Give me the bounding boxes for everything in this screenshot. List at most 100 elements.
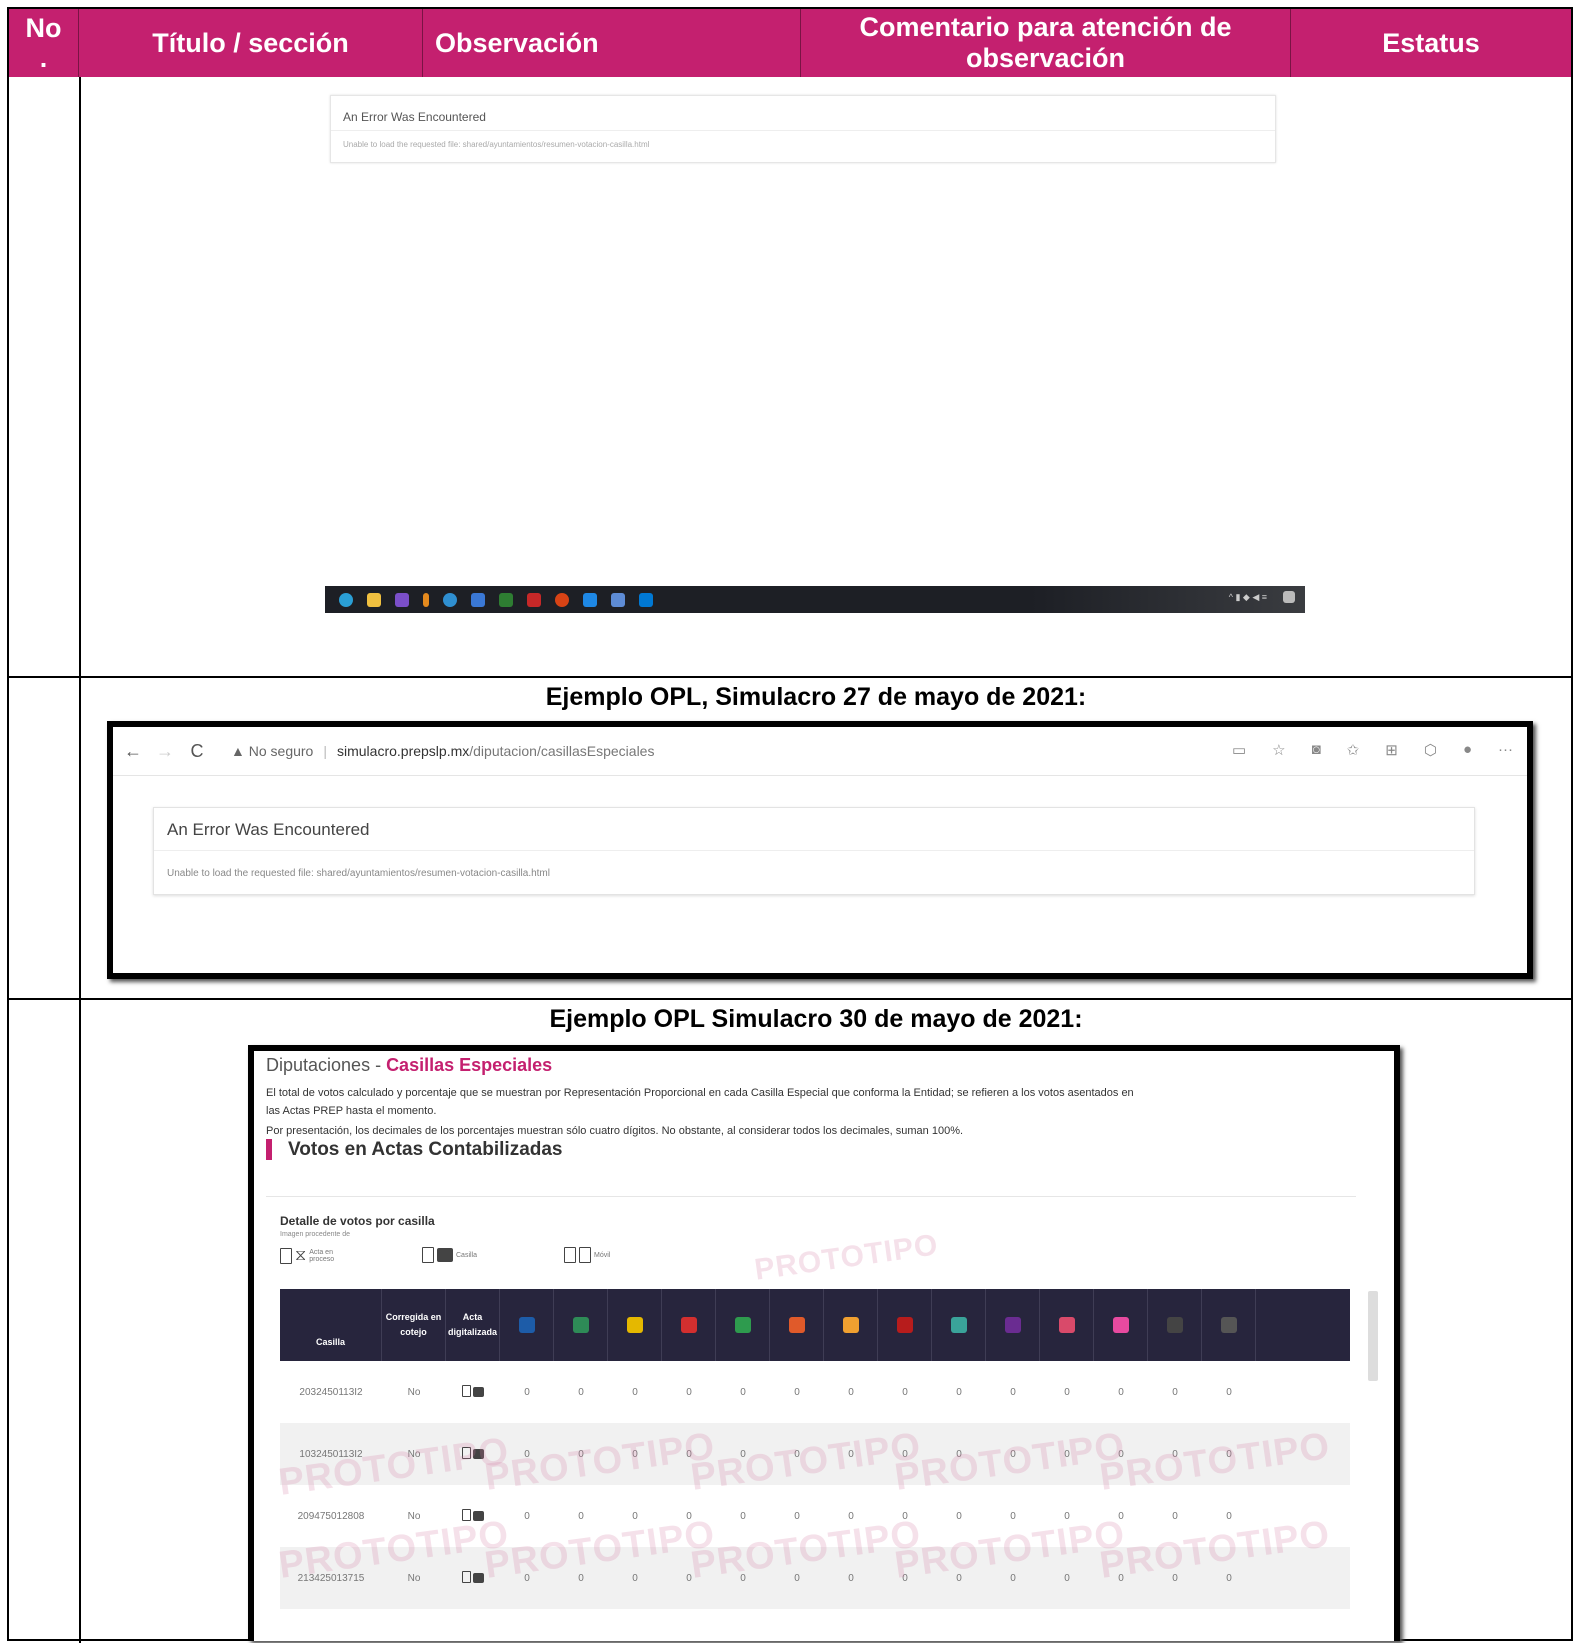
vote-count: 0: [1226, 1386, 1232, 1398]
party-logo-1: [500, 1289, 554, 1361]
reload-icon[interactable]: C: [185, 741, 209, 762]
image-source-label: Imagen procedente de: [280, 1231, 351, 1238]
legend-movil: Móvil: [564, 1247, 610, 1263]
vote-count: 0: [632, 1386, 638, 1398]
windows-taskbar: ^ ▮ ◆ ◀ ≡: [325, 586, 1305, 613]
not-secure-indicator[interactable]: ▲ No seguro: [231, 743, 313, 759]
vote-count: 0: [1010, 1386, 1016, 1398]
chrome-icon: [443, 592, 457, 607]
folder-icon: [367, 592, 381, 607]
party-icon: [950, 1317, 967, 1333]
document-icon: [280, 1248, 292, 1264]
intro-paragraph-cont: las Actas PREP hasta el momento.: [266, 1105, 437, 1117]
table-row: 2032450113I2 No 0 0 0 0 0 0 0 0 0 0 0 0 0 0: [280, 1361, 1350, 1423]
party-logo-8: [878, 1289, 932, 1361]
party-icon: [1004, 1317, 1021, 1333]
profile-icon[interactable]: ●: [1463, 741, 1472, 759]
vote-count: 0: [794, 1510, 800, 1522]
scrollbar[interactable]: [1368, 1291, 1378, 1381]
row-divider: [9, 676, 1571, 678]
corregida-value: No: [407, 1510, 421, 1522]
party-icon: [1058, 1317, 1075, 1333]
party-icon: [518, 1317, 535, 1333]
document-icon: [422, 1247, 434, 1263]
more-icon[interactable]: ···: [1498, 741, 1513, 759]
caption-example-30-mayo: Ejemplo OPL Simulacro 30 de mayo de 2021…: [549, 1005, 1083, 1033]
vote-count: 0: [1118, 1386, 1124, 1398]
app-icon: [471, 592, 485, 607]
notification-icon: [1283, 591, 1295, 603]
col-acta-digitalizada: Acta digitalizada: [446, 1289, 500, 1361]
error-message: Unable to load the requested file: share…: [343, 140, 650, 149]
document-icon[interactable]: [461, 1570, 471, 1583]
read-icon[interactable]: ▭: [1232, 741, 1246, 759]
header-estatus: Estatus: [1382, 27, 1480, 58]
browser-toolbar: ← → C ▲ No seguro | simulacro.prepslp.mx…: [113, 727, 1527, 776]
printer-icon: [437, 1248, 453, 1262]
excel-icon: [499, 592, 513, 607]
results-screenshot: Diputaciones - Casillas Especiales El to…: [248, 1045, 1400, 1641]
intro-paragraph: El total de votos calculado y porcentaje…: [266, 1087, 1134, 1099]
browser-screenshot: ← → C ▲ No seguro | simulacro.prepslp.mx…: [107, 721, 1533, 979]
column-divider: [79, 77, 81, 1643]
back-icon[interactable]: ←: [121, 741, 145, 762]
casilla-id: 2032450113I2: [299, 1386, 363, 1398]
favorite-add-icon[interactable]: ☆: [1272, 741, 1285, 759]
party-icon: [734, 1317, 751, 1333]
printer-icon[interactable]: [473, 1386, 485, 1397]
vote-count: 0: [1064, 1386, 1070, 1398]
vote-count: 0: [686, 1386, 692, 1398]
vote-count: 0: [1226, 1510, 1232, 1522]
header-no: No .: [9, 9, 79, 77]
vote-count: 0: [578, 1386, 584, 1398]
caption-example-27-mayo: Ejemplo OPL, Simulacro 27 de mayo de 202…: [545, 683, 1087, 711]
party-logo-10: [986, 1289, 1040, 1361]
url-path: /diputacion/casillasEspeciales: [469, 743, 655, 759]
extensions-icon[interactable]: ⬡: [1424, 741, 1437, 759]
document-icon: [564, 1247, 576, 1263]
col-corregida: Corregida en cotejo: [382, 1289, 446, 1361]
forward-icon[interactable]: →: [153, 741, 177, 762]
error-screenshot-1: An Error Was Encountered Unable to load …: [330, 95, 1276, 163]
party-logo-12: [1094, 1289, 1148, 1361]
camera-icon[interactable]: ◙: [1312, 741, 1321, 759]
vote-count: 0: [956, 1510, 962, 1522]
party-logo-5: [716, 1289, 770, 1361]
party-icon: [1220, 1317, 1237, 1333]
hourglass-icon: ⧖: [295, 1247, 307, 1264]
party-icon: [842, 1317, 859, 1333]
document-icon[interactable]: [461, 1384, 471, 1397]
printer-icon[interactable]: [473, 1572, 485, 1583]
app-icon: [423, 592, 429, 607]
vote-count: 0: [1172, 1510, 1178, 1522]
vote-count: 0: [632, 1510, 638, 1522]
corregida-value: No: [407, 1386, 421, 1398]
vote-count: 0: [632, 1572, 638, 1584]
party-logo-11: [1040, 1289, 1094, 1361]
tray-icons: ^ ▮ ◆ ◀ ≡: [1228, 591, 1267, 602]
vote-count: 0: [740, 1510, 746, 1522]
party-logo-3: [608, 1289, 662, 1361]
vote-count: 0: [1172, 1386, 1178, 1398]
legend-proceso: ⧖ Acta en proceso: [280, 1247, 343, 1265]
vote-count: 0: [794, 1386, 800, 1398]
party-icon: [1166, 1317, 1183, 1333]
party-logo-7: [824, 1289, 878, 1361]
favorites-icon[interactable]: ✩: [1347, 741, 1360, 759]
address-bar[interactable]: simulacro.prepslp.mx/diputacion/casillas…: [337, 743, 654, 759]
vote-count: 0: [1064, 1572, 1070, 1584]
vote-count: 0: [902, 1386, 908, 1398]
row-divider: [9, 998, 1571, 1000]
detail-title: Detalle de votos por casilla: [280, 1214, 435, 1228]
party-icon: [788, 1317, 805, 1333]
party-logo-6: [770, 1289, 824, 1361]
decimals-note: Por presentación, los decimales de los p…: [266, 1125, 964, 1137]
col-casilla: Casilla: [280, 1289, 382, 1361]
collections-icon[interactable]: ⊞: [1385, 741, 1398, 759]
page-title: Diputaciones - Casillas Especiales: [266, 1055, 553, 1075]
error-message: Unable to load the requested file: share…: [167, 868, 550, 879]
error-title: An Error Was Encountered: [167, 820, 370, 839]
party-icon: [1112, 1317, 1129, 1333]
acta-icons[interactable]: [446, 1384, 500, 1400]
app-icon: [639, 592, 653, 607]
